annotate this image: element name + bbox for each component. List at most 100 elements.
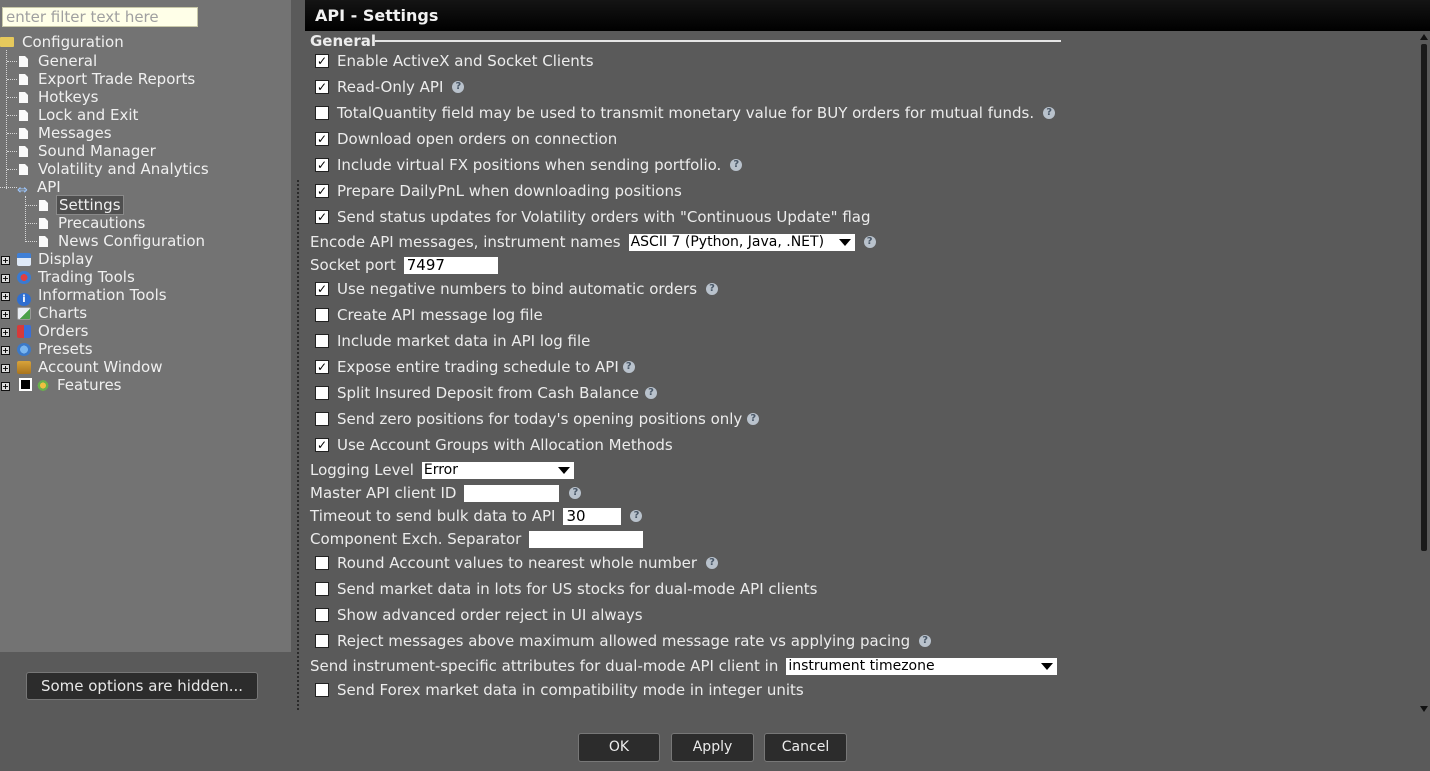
socket-port-input[interactable]: 7497 — [403, 256, 498, 274]
section-title: General — [310, 32, 376, 50]
timeout-input[interactable]: 30 — [563, 507, 622, 525]
tree-item-information-tools[interactable]: i Information Tools — [17, 286, 169, 306]
hidden-options-button[interactable]: Some options are hidden... — [26, 672, 258, 700]
checkbox[interactable]: ✓ — [315, 158, 329, 172]
checkbox[interactable]: ✓ — [315, 438, 329, 452]
checkbox[interactable]: ✓ — [315, 360, 329, 374]
logging-level-select[interactable]: Error — [421, 461, 574, 479]
api-arrows-icon: ⇔ — [17, 183, 28, 198]
expand-icon[interactable]: + — [1, 292, 10, 301]
master-client-id-input[interactable] — [464, 484, 560, 502]
checkbox[interactable]: ✓ — [315, 282, 329, 296]
checkbox[interactable]: ✓ — [315, 80, 329, 94]
encode-value: ASCII 7 (Python, Java, .NET) — [630, 233, 825, 250]
expand-icon[interactable]: + — [1, 328, 10, 337]
ok-button[interactable]: OK — [578, 733, 660, 762]
tree-item-trading-tools[interactable]: Trading Tools — [17, 268, 137, 286]
expand-icon[interactable]: + — [1, 382, 10, 391]
tree-item-volatility-and-analytics[interactable]: Volatility and Analytics — [19, 160, 211, 178]
feature-toggle-checkbox[interactable] — [19, 378, 32, 391]
help-icon[interactable]: ? — [863, 236, 876, 248]
checkbox[interactable] — [315, 334, 329, 348]
cancel-button[interactable]: Cancel — [764, 733, 847, 762]
checkbox[interactable] — [315, 106, 329, 120]
checkbox[interactable] — [315, 608, 329, 622]
instrument-attrs-value: instrument timezone — [788, 657, 935, 674]
features-icon — [36, 379, 50, 392]
checkbox[interactable]: ✓ — [315, 210, 329, 224]
tree-item-news-configuration[interactable]: News Configuration — [39, 232, 207, 250]
filter-input[interactable] — [2, 7, 198, 27]
tree-item-api[interactable]: ⇔ API — [17, 178, 63, 198]
socket-port-label: Socket port — [310, 256, 396, 274]
help-icon[interactable]: ? — [706, 557, 719, 569]
panel-splitter[interactable] — [297, 180, 299, 710]
folder-icon — [0, 37, 14, 47]
checkbox[interactable] — [315, 634, 329, 648]
instrument-attrs-select[interactable]: instrument timezone — [786, 657, 1058, 675]
checkbox[interactable] — [315, 556, 329, 570]
help-icon[interactable]: ? — [645, 387, 657, 399]
apply-button[interactable]: Apply — [671, 733, 754, 762]
checkbox[interactable]: ✓ — [315, 184, 329, 198]
option-label: Create API message log file — [337, 306, 543, 324]
document-icon — [39, 200, 48, 211]
tree-label: Account Window — [38, 358, 163, 376]
tree-label: Hotkeys — [38, 88, 99, 106]
checkbox[interactable] — [315, 386, 329, 400]
tree-item-account-window[interactable]: Account Window — [17, 358, 164, 376]
help-icon[interactable]: ? — [706, 283, 719, 295]
separator-input[interactable] — [529, 530, 644, 548]
help-icon[interactable]: ? — [569, 487, 582, 499]
tree-item-presets[interactable]: Presets — [17, 340, 95, 358]
encode-select[interactable]: ASCII 7 (Python, Java, .NET) — [628, 233, 855, 251]
option-label: Use negative numbers to bind automatic o… — [337, 280, 698, 298]
tree-item-general[interactable]: General — [19, 52, 99, 70]
expand-icon[interactable]: + — [1, 310, 10, 319]
option-label: TotalQuantity field may be used to trans… — [337, 104, 1035, 122]
checkbox[interactable]: ✓ — [315, 54, 329, 68]
help-icon[interactable]: ? — [747, 413, 760, 425]
expand-icon[interactable]: + — [1, 274, 10, 283]
tree-item-display[interactable]: Display — [17, 250, 95, 268]
tree-item-messages[interactable]: Messages — [19, 124, 114, 142]
checkbox[interactable]: ✓ — [315, 132, 329, 146]
scroll-track[interactable] — [1421, 44, 1427, 704]
document-icon — [19, 128, 28, 139]
tree-label: Precautions — [58, 214, 146, 232]
tree-item-precautions[interactable]: Precautions — [39, 214, 147, 232]
tree-item-charts[interactable]: Charts — [17, 304, 89, 322]
tree-item-sound-manager[interactable]: Sound Manager — [19, 142, 158, 160]
scroll-up-icon[interactable] — [1420, 34, 1428, 40]
help-icon[interactable]: ? — [630, 510, 643, 522]
document-icon — [19, 56, 28, 67]
tree-item-lock-and-exit[interactable]: Lock and Exit — [19, 106, 140, 124]
help-icon[interactable]: ? — [730, 159, 743, 171]
dropdown-arrow-icon — [557, 466, 570, 474]
tree-label: General — [38, 52, 98, 70]
checkbox[interactable] — [315, 308, 329, 322]
help-icon[interactable]: ? — [622, 361, 635, 373]
expand-icon[interactable]: + — [1, 364, 10, 373]
expand-icon[interactable]: + — [1, 256, 10, 265]
document-icon — [19, 74, 28, 85]
tree-item-orders[interactable]: Orders — [17, 322, 90, 340]
presets-icon — [17, 343, 31, 356]
tree-item-features[interactable]: Features — [19, 376, 124, 394]
tree-item-settings[interactable]: Settings — [39, 195, 124, 215]
scroll-thumb[interactable] — [1421, 44, 1427, 551]
checkbox[interactable] — [315, 582, 329, 596]
help-icon[interactable]: ? — [1043, 107, 1056, 119]
tree-root-configuration[interactable]: Configuration — [0, 33, 126, 51]
help-icon[interactable]: ? — [452, 81, 465, 93]
expand-icon[interactable]: + — [1, 346, 10, 355]
vertical-scrollbar[interactable] — [1418, 31, 1430, 712]
checkbox[interactable] — [315, 683, 329, 697]
checkbox[interactable] — [315, 412, 329, 426]
help-icon[interactable]: ? — [919, 635, 932, 647]
chart-icon — [17, 307, 31, 320]
scroll-down-icon[interactable] — [1420, 706, 1428, 712]
option-row: ✓ Use Account Groups with Allocation Meth… — [310, 434, 673, 456]
tree-item-hotkeys[interactable]: Hotkeys — [19, 88, 100, 106]
tree-item-export-trade-reports[interactable]: Export Trade Reports — [19, 70, 197, 88]
